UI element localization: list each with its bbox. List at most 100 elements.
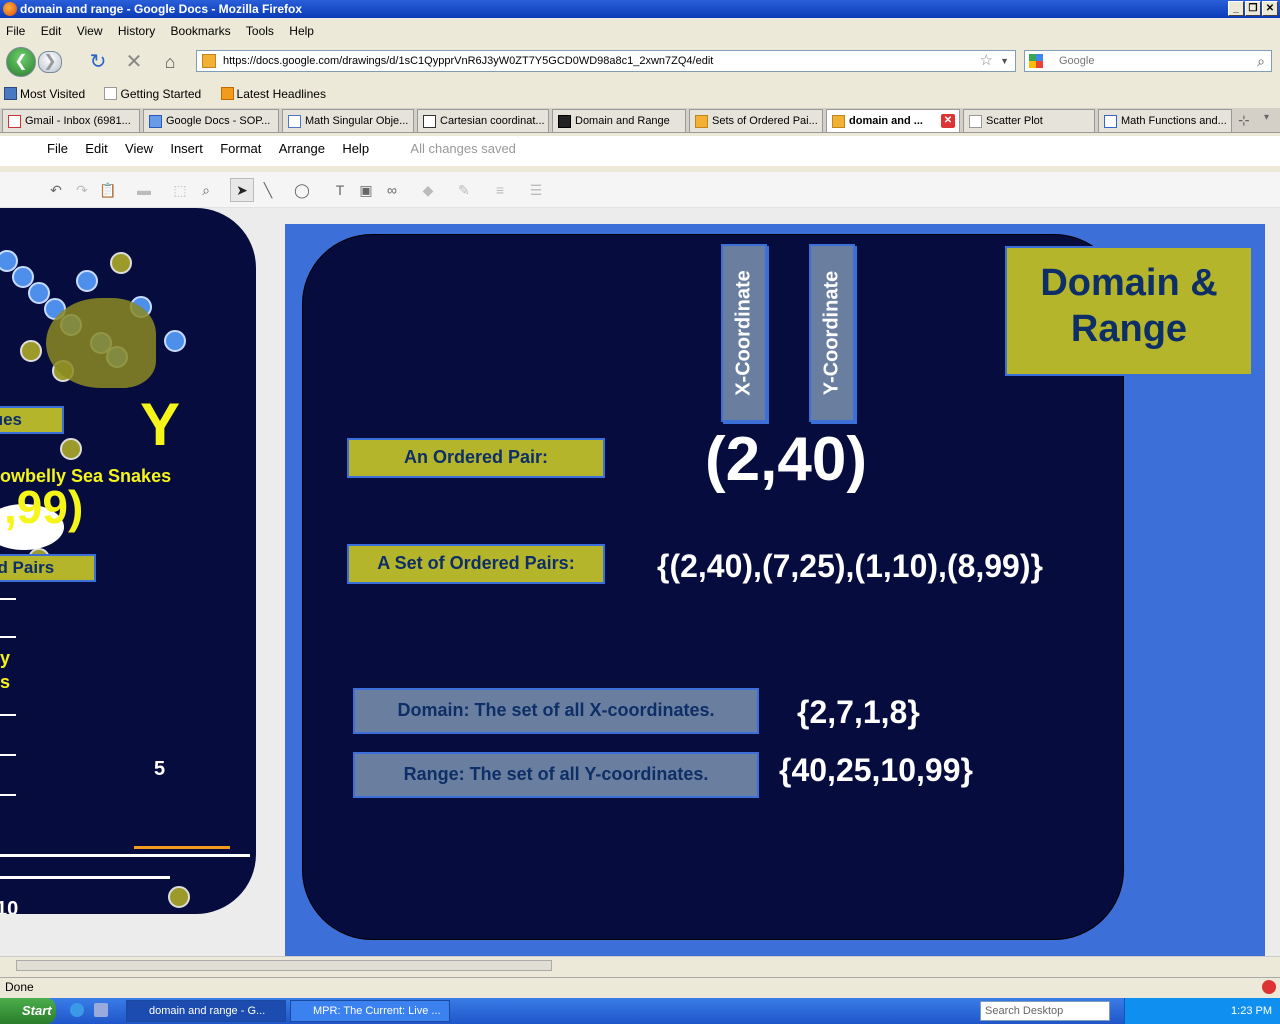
undo-icon[interactable]: ↶ xyxy=(46,180,66,200)
google-engine-icon[interactable] xyxy=(1029,54,1043,68)
title-sticky-note[interactable]: Domain & Range xyxy=(1005,246,1253,376)
url-dropdown-icon[interactable]: ▼ xyxy=(1000,51,1009,71)
url-bar[interactable]: https://docs.google.com/drawings/d/1sC1Q… xyxy=(196,50,1016,72)
side-text-1: y xyxy=(0,648,11,668)
domain-label[interactable]: Domain: The set of all X-coordinates. xyxy=(353,688,759,734)
tab-math-singular[interactable]: Math Singular Obje... xyxy=(282,109,414,132)
line-color-icon[interactable]: ✎ xyxy=(454,180,474,200)
shape-icon[interactable]: ◯ xyxy=(292,180,312,200)
forward-icon[interactable]: ❯ xyxy=(38,51,62,73)
tick-label-10: 10 xyxy=(0,898,19,914)
tick-mark xyxy=(0,598,16,600)
docs-menu-help[interactable]: Help xyxy=(335,136,376,162)
page-icon xyxy=(288,115,301,128)
paint-format-icon[interactable]: ▬ xyxy=(134,180,154,200)
back-icon[interactable]: ❮ xyxy=(6,47,36,77)
title-line-1: Domain & xyxy=(1040,262,1218,304)
text-box-icon[interactable]: T xyxy=(330,180,350,200)
line-weight-icon[interactable]: ≡ xyxy=(490,180,510,200)
restore-button[interactable]: ❐ xyxy=(1245,1,1261,16)
set-of-pairs-label[interactable]: A Set of Ordered Pairs: xyxy=(347,544,605,584)
star-bookmark-icon[interactable]: ☆ xyxy=(980,51,993,71)
line-icon[interactable]: ╲ xyxy=(258,180,278,200)
close-window-button[interactable]: ✕ xyxy=(1262,1,1278,16)
tab-google-docs-sop[interactable]: Google Docs - SOP... xyxy=(143,109,279,132)
tab-sets-of-ordered-pairs[interactable]: Sets of Ordered Pai... xyxy=(689,109,823,132)
menu-view[interactable]: View xyxy=(71,21,109,41)
ordered-pair-value[interactable]: (2,40) xyxy=(705,424,867,495)
scrollbar-thumb[interactable] xyxy=(16,960,552,971)
home-icon[interactable]: ⌂ xyxy=(158,51,182,73)
system-tray: 1:23 PM xyxy=(1124,998,1280,1024)
drawing-canvas[interactable]: Y lues owbelly Sea Snakes ,99) ed Pairs … xyxy=(0,208,1280,956)
docs-menu-view[interactable]: View xyxy=(118,136,160,162)
minimize-button[interactable]: _ xyxy=(1228,1,1244,16)
search-input[interactable]: Google ⌕ xyxy=(1024,50,1272,72)
paste-icon[interactable]: 📋 xyxy=(98,180,118,200)
image-icon[interactable]: ▣ xyxy=(356,180,376,200)
docs-menu-insert[interactable]: Insert xyxy=(163,136,210,162)
notification-icon[interactable] xyxy=(1262,980,1276,994)
scatter-point xyxy=(60,438,82,460)
start-button[interactable]: Start xyxy=(0,998,56,1024)
tab-dropdown-icon[interactable]: ▾ xyxy=(1264,112,1269,123)
tab-math-functions[interactable]: Math Functions and... xyxy=(1098,109,1232,132)
link-icon[interactable]: ∞ xyxy=(382,180,402,200)
close-tab-icon[interactable]: ✕ xyxy=(941,114,955,128)
main-slide[interactable]: X-Coordinate Y-Coordinate Domain & Range… xyxy=(285,224,1265,956)
stop-icon[interactable]: ✕ xyxy=(122,51,146,73)
tab-list-icon[interactable]: ⊹ xyxy=(1238,112,1250,129)
ordered-pair-label[interactable]: An Ordered Pair: xyxy=(347,438,605,478)
taskbar-firefox-mpr[interactable]: MPR: The Current: Live ... xyxy=(290,1000,450,1022)
set-of-pairs-value[interactable]: {(2,40),(7,25),(1,10),(8,99)} xyxy=(657,548,1043,585)
line-dash-icon[interactable]: ☰ xyxy=(526,180,546,200)
ie-icon[interactable] xyxy=(70,1003,84,1017)
drawings-icon xyxy=(832,115,845,128)
tab-scatter-plot[interactable]: Scatter Plot xyxy=(963,109,1095,132)
y-coordinate-label[interactable]: Y-Coordinate xyxy=(809,244,855,422)
menu-edit[interactable]: Edit xyxy=(35,21,68,41)
zoom-fit-icon[interactable]: ⬚ xyxy=(170,180,190,200)
x-coordinate-label[interactable]: X-Coordinate xyxy=(721,244,767,422)
browser-menubar: File Edit View History Bookmarks Tools H… xyxy=(0,21,1280,41)
clock[interactable]: 1:23 PM xyxy=(1231,1005,1272,1017)
docs-menu-format[interactable]: Format xyxy=(213,136,268,162)
docs-menu-arrange[interactable]: Arrange xyxy=(272,136,332,162)
select-icon[interactable]: ➤ xyxy=(230,178,254,202)
tick-mark xyxy=(0,636,16,638)
menu-help[interactable]: Help xyxy=(283,21,320,41)
site-favicon-icon xyxy=(202,54,216,68)
bookmark-latest-headlines[interactable]: Latest Headlines xyxy=(217,84,330,104)
menu-history[interactable]: History xyxy=(112,21,161,41)
zoom-icon[interactable]: ⌕ xyxy=(196,180,216,200)
bookmark-most-visited[interactable]: Most Visited xyxy=(0,84,89,104)
tab-domain-and-range[interactable]: Domain and Range xyxy=(552,109,686,132)
range-label[interactable]: Range: The set of all Y-coordinates. xyxy=(353,752,759,798)
redo-icon[interactable]: ↷ xyxy=(72,180,92,200)
docs-menu-edit[interactable]: Edit xyxy=(78,136,114,162)
domain-value[interactable]: {2,7,1,8} xyxy=(797,694,920,731)
docs-icon xyxy=(149,115,162,128)
search-icon[interactable]: ⌕ xyxy=(1257,51,1265,71)
docs-menu-file[interactable]: File xyxy=(40,136,75,162)
quicklaunch-icon[interactable] xyxy=(94,1003,108,1017)
tab-domain-and-range-active[interactable]: domain and ... ✕ xyxy=(826,109,960,132)
desktop-search-input[interactable]: Search Desktop xyxy=(980,1001,1110,1021)
side-text-2: s xyxy=(0,672,11,692)
menu-bookmarks[interactable]: Bookmarks xyxy=(165,21,237,41)
window-title: domain and range - Google Docs - Mozilla… xyxy=(20,2,303,16)
menu-tools[interactable]: Tools xyxy=(240,21,280,41)
tab-gmail[interactable]: Gmail - Inbox (6981... xyxy=(2,109,140,132)
orange-arrow xyxy=(134,846,230,849)
range-value[interactable]: {40,25,10,99} xyxy=(779,752,973,789)
taskbar-firefox-docs[interactable]: domain and range - G... xyxy=(126,1000,286,1022)
ordered-pairs-label: ed Pairs xyxy=(0,554,96,582)
fill-color-icon[interactable]: ◆ xyxy=(418,180,438,200)
reload-icon[interactable]: ↻ xyxy=(86,51,110,73)
tab-cartesian[interactable]: Cartesian coordinat... xyxy=(417,109,549,132)
status-text: Done xyxy=(5,980,34,994)
left-slide[interactable]: Y lues owbelly Sea Snakes ,99) ed Pairs … xyxy=(0,208,256,914)
docs-menubar: File Edit View Insert Format Arrange Hel… xyxy=(0,136,1280,166)
menu-file[interactable]: File xyxy=(0,21,31,41)
bookmark-getting-started[interactable]: Getting Started xyxy=(100,84,205,104)
